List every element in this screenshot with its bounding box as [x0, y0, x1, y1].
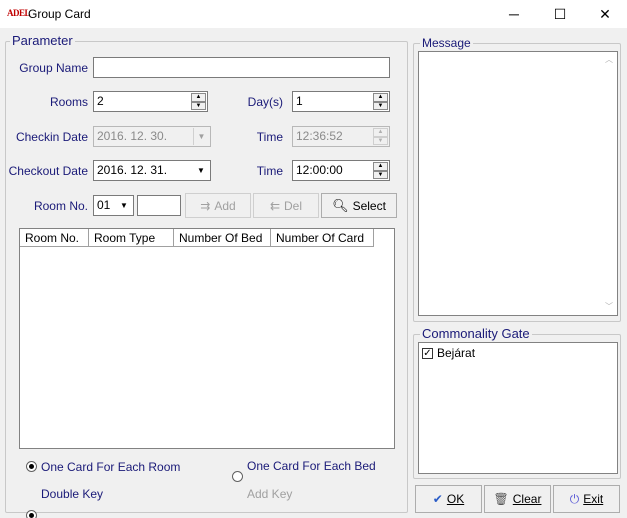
check-icon: ✔	[432, 492, 443, 506]
add-room-icon: ⇉	[200, 198, 211, 213]
ok-button-label: OK	[446, 492, 465, 506]
days-value: 1	[296, 94, 303, 108]
radio-card-each-bed[interactable]	[232, 471, 243, 482]
clear-button-label: Clear	[512, 492, 542, 506]
checkin-date-value: 2016. 12. 30.	[97, 129, 168, 143]
radio-add-key-label: Add Key	[247, 487, 293, 501]
room-no-label: Room No.	[33, 199, 88, 213]
checkin-time-input: 12:36:52 ▲ ▼	[292, 126, 390, 147]
spin-down-icon: ▼	[373, 136, 388, 145]
spin-up-icon[interactable]: ▲	[373, 162, 388, 171]
checkout-time-label: Time	[256, 164, 283, 178]
spin-down-icon[interactable]: ▼	[191, 101, 206, 110]
minimize-button[interactable]: ─	[491, 0, 537, 28]
close-icon: ✕	[599, 5, 611, 22]
gate-list[interactable]: ✓ Bejárat	[418, 342, 618, 474]
add-button: ⇉ Add	[185, 193, 251, 218]
checkout-date-value: 2016. 12. 31.	[97, 163, 168, 177]
checkin-time-spinner: ▲ ▼	[373, 128, 388, 145]
radio-card-each-bed-label[interactable]: One Card For Each Bed	[247, 459, 376, 473]
exit-button-label: Exit	[583, 492, 604, 506]
ok-button[interactable]: ✔ OK	[415, 485, 482, 513]
clear-button[interactable]: 🗑︎ Clear	[484, 485, 551, 513]
commonality-gate-title: Commonality Gate	[420, 326, 532, 341]
exit-button[interactable]: ⏻ Exit	[553, 485, 620, 513]
message-group-title: Message	[420, 36, 473, 50]
radio-card-each-room[interactable]	[26, 461, 37, 472]
column-header-number-of-card[interactable]: Number Of Card	[271, 229, 374, 247]
group-name-input[interactable]	[93, 57, 390, 78]
close-button[interactable]: ✕	[582, 0, 627, 28]
gate-label: Bejárat	[437, 346, 476, 360]
checkin-date-label: Checkin Date	[15, 130, 88, 144]
rooms-label: Rooms	[49, 95, 88, 109]
radio-double-key[interactable]	[26, 510, 37, 518]
scroll-down-icon[interactable]: ﹀	[601, 299, 617, 315]
select-button-label: Select	[352, 198, 386, 213]
exit-icon: ⏻	[569, 491, 580, 506]
message-scrollbar[interactable]: ︿ ﹀	[601, 52, 617, 315]
message-textarea[interactable]: ︿ ﹀	[418, 51, 618, 316]
window-title: Group Card	[28, 7, 91, 21]
column-header-number-of-bed[interactable]: Number Of Bed	[174, 229, 271, 247]
checkout-date-label: Checkout Date	[8, 164, 88, 178]
maximize-button[interactable]: ☐	[537, 0, 583, 28]
rooms-input[interactable]: 2 ▲ ▼	[93, 91, 208, 112]
spin-up-icon: ▲	[373, 128, 388, 137]
column-header-room-no[interactable]: Room No.	[20, 229, 89, 247]
title-bar: ADEL Group Card ─ ☐ ✕	[0, 0, 627, 28]
del-button-label: Del	[284, 198, 303, 213]
room-no-value: 01	[97, 198, 111, 212]
checkout-time-spinner[interactable]: ▲ ▼	[373, 162, 388, 179]
minimize-icon: ─	[509, 6, 519, 22]
checkin-time-label: Time	[256, 130, 283, 144]
spin-down-icon[interactable]: ▼	[373, 101, 388, 110]
checkout-time-input[interactable]: 12:00:00 ▲ ▼	[292, 160, 390, 181]
rooms-spinner[interactable]: ▲ ▼	[191, 93, 206, 110]
maximize-icon: ☐	[553, 5, 567, 22]
spin-up-icon[interactable]: ▲	[373, 93, 388, 102]
delete-room-icon: ⇇	[269, 198, 281, 213]
days-label: Day(s)	[247, 95, 283, 109]
chevron-down-icon: ▼	[193, 128, 209, 145]
radio-card-each-room-label[interactable]: One Card For Each Room	[41, 460, 180, 474]
add-button-label: Add	[214, 198, 236, 213]
days-spinner[interactable]: ▲ ▼	[373, 93, 388, 110]
checkout-date-picker[interactable]: 2016. 12. 31. ▼	[93, 160, 211, 181]
select-button[interactable]: 🔍︎ Select	[321, 193, 397, 218]
spin-down-icon[interactable]: ▼	[373, 170, 388, 179]
column-header-room-type[interactable]: Room Type	[89, 229, 174, 247]
chevron-down-icon[interactable]: ▼	[116, 197, 132, 214]
days-input[interactable]: 1 ▲ ▼	[292, 91, 390, 112]
chevron-down-icon[interactable]: ▼	[193, 162, 209, 179]
checkout-time-value: 12:00:00	[296, 163, 343, 177]
scroll-up-icon[interactable]: ︿	[601, 52, 617, 68]
room-no-select[interactable]: 01 ▼	[93, 195, 134, 216]
checkin-time-value: 12:36:52	[296, 129, 343, 143]
gate-list-item[interactable]: ✓ Bejárat	[422, 346, 475, 360]
room-no-extra-input[interactable]	[137, 195, 181, 216]
radio-double-key-label[interactable]: Double Key	[41, 487, 103, 501]
group-name-label: Group Name	[19, 61, 88, 75]
magnifier-icon: 🔍︎	[332, 197, 349, 213]
trash-icon: 🗑︎	[493, 492, 509, 506]
gate-checkbox[interactable]: ✓	[422, 347, 433, 359]
room-table[interactable]: Room No. Room Type Number Of Bed Number …	[19, 228, 395, 449]
checkin-date-picker: 2016. 12. 30. ▼	[93, 126, 211, 147]
del-button: ⇇ Del	[253, 193, 319, 218]
rooms-value: 2	[97, 94, 104, 108]
spin-up-icon[interactable]: ▲	[191, 93, 206, 102]
parameter-group-title: Parameter	[10, 33, 75, 48]
app-logo: ADEL	[7, 7, 31, 19]
